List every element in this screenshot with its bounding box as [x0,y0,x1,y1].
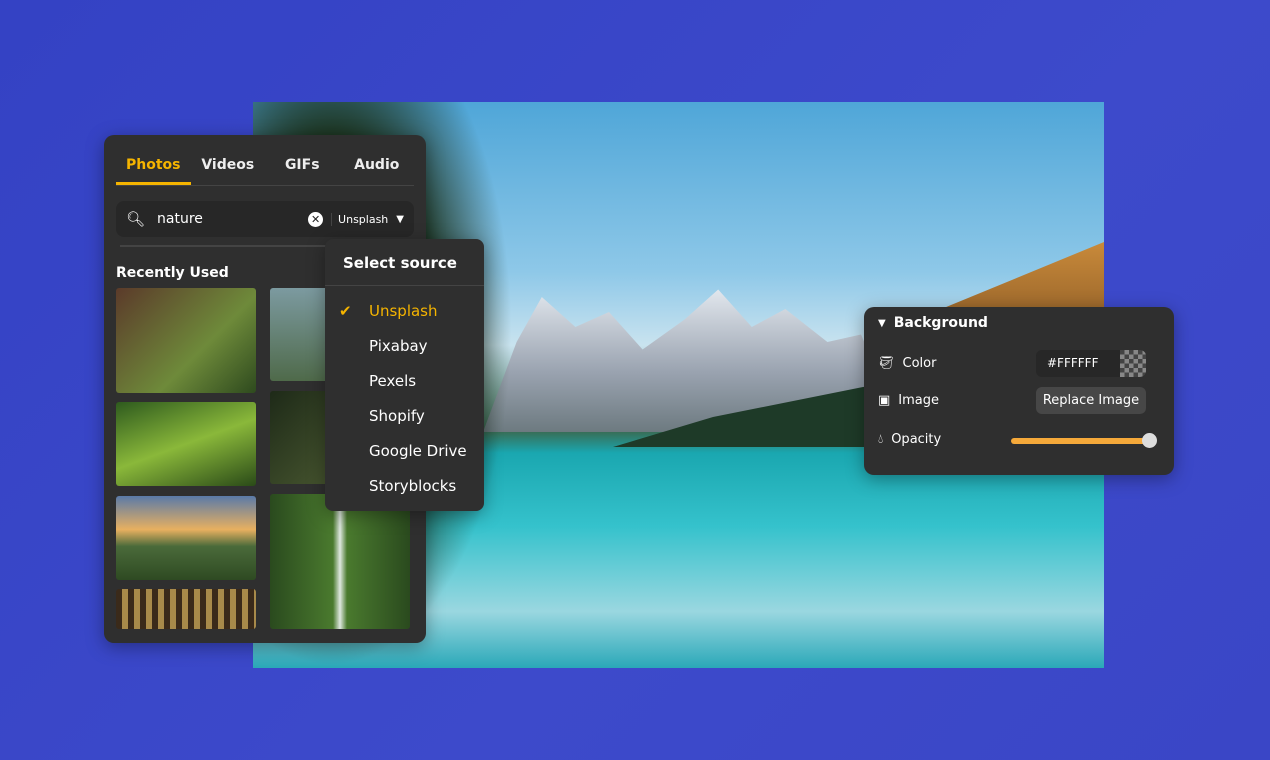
tab-photos[interactable]: Photos [116,157,191,185]
chevron-down-icon: ▼ [878,317,886,329]
clear-icon[interactable]: ✕ [308,211,324,227]
source-dropdown: Select source ✔ Unsplash Pixabay Pexels S… [325,239,484,511]
tab-audio[interactable]: Audio [340,157,415,185]
source-option-shopify[interactable]: Shopify [325,399,484,434]
check-icon: ✔ [339,302,352,320]
opacity-slider[interactable] [1011,433,1157,448]
background-header[interactable]: ▼ Background [878,315,988,331]
image-icon: ▣ [878,393,891,408]
transparency-swatch[interactable] [1120,350,1146,377]
slider-handle[interactable] [1142,433,1157,448]
thumbnail[interactable] [116,288,256,393]
tab-gifs[interactable]: GIFs [265,157,340,185]
source-option-pixabay[interactable]: Pixabay [325,329,484,364]
dropdown-title: Select source [325,239,484,286]
color-value: #FFFFFF [1047,356,1099,370]
image-label: Image [898,393,940,408]
option-label: Unsplash [369,302,438,320]
panel-title: Background [893,315,988,331]
color-row: 🪣︎ Color [878,356,936,371]
thumbnail[interactable] [270,494,410,629]
thumbnail[interactable] [116,402,256,486]
color-input[interactable]: #FFFFFF [1036,350,1146,377]
color-label: Color [902,356,937,371]
thumbnail[interactable] [116,496,256,580]
search-icon: 🔍︎ [126,210,146,228]
search-query: nature [157,211,203,227]
background-panel: ▼ Background 🪣︎ Color #FFFFFF ▣ Image Re… [864,307,1174,475]
source-option-google-drive[interactable]: Google Drive [325,434,484,469]
source-option-storyblocks[interactable]: Storyblocks [325,469,484,504]
media-tabs: Photos Videos GIFs Audio [116,135,414,186]
tab-videos[interactable]: Videos [191,157,266,185]
source-option-unsplash[interactable]: ✔ Unsplash [325,294,484,329]
thumbnail[interactable] [116,589,256,629]
replace-image-button[interactable]: Replace Image [1036,387,1146,414]
opacity-row: 💧︎ Opacity [878,432,941,447]
image-row: ▣ Image [878,393,939,408]
droplet-icon: 💧︎ [878,432,884,447]
source-select[interactable]: Unsplash [331,212,388,226]
search-input[interactable]: 🔍︎ nature ✕ Unsplash ▼ [116,201,414,237]
paint-bucket-icon: 🪣︎ [878,356,895,371]
chevron-down-icon[interactable]: ▼ [396,214,404,225]
opacity-label: Opacity [891,432,942,447]
source-option-pexels[interactable]: Pexels [325,364,484,399]
